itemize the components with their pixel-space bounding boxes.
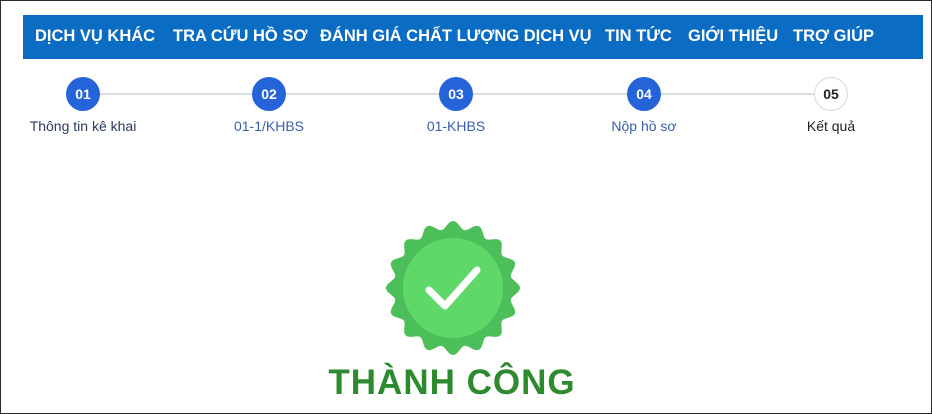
check-badge-icon [386,221,520,355]
step-5-number: 05 [814,77,848,111]
nav-item-lookup-records[interactable]: TRA CỨU HỒ SƠ [173,27,307,46]
nav-item-other-services[interactable]: DỊCH VỤ KHÁC [35,27,155,46]
step-3-label: 01-KHBS [426,118,486,134]
top-navbar: DỊCH VỤ KHÁC TRA CỨU HỒ SƠ ĐÁNH GIÁ CHẤT… [23,15,923,59]
step-2: 02 01-1/KHBS [194,71,344,134]
step-4: 04 Nộp hồ sơ [569,71,719,134]
nav-item-help[interactable]: TRỢ GIÚP [793,27,874,46]
nav-item-about[interactable]: GIỚI THIỆU [688,27,778,46]
step-3-number: 03 [439,77,473,111]
step-2-label: 01-1/KHBS [233,118,305,134]
nav-item-news[interactable]: TIN TỨC [605,27,672,46]
step-3: 03 01-KHBS [381,71,531,134]
step-1-label: Thông tin kê khai [29,118,137,134]
step-5: 05 Kết quả [756,71,906,134]
step-1: 01 Thông tin kê khai [8,71,158,134]
step-5-label: Kết quả [806,118,856,134]
page-frame: DỊCH VỤ KHÁC TRA CỨU HỒ SƠ ĐÁNH GIÁ CHẤT… [0,0,932,414]
nav-item-service-rating[interactable]: ĐÁNH GIÁ CHẤT LƯỢNG DỊCH VỤ [320,27,592,46]
step-1-number: 01 [66,77,100,111]
step-4-number: 04 [627,77,661,111]
progress-stepper: 01 Thông tin kê khai 02 01-1/KHBS 03 01-… [1,71,931,151]
step-4-label: Nộp hồ sơ [611,118,677,134]
result-title: THÀNH CÔNG [328,363,576,402]
step-2-number: 02 [252,77,286,111]
